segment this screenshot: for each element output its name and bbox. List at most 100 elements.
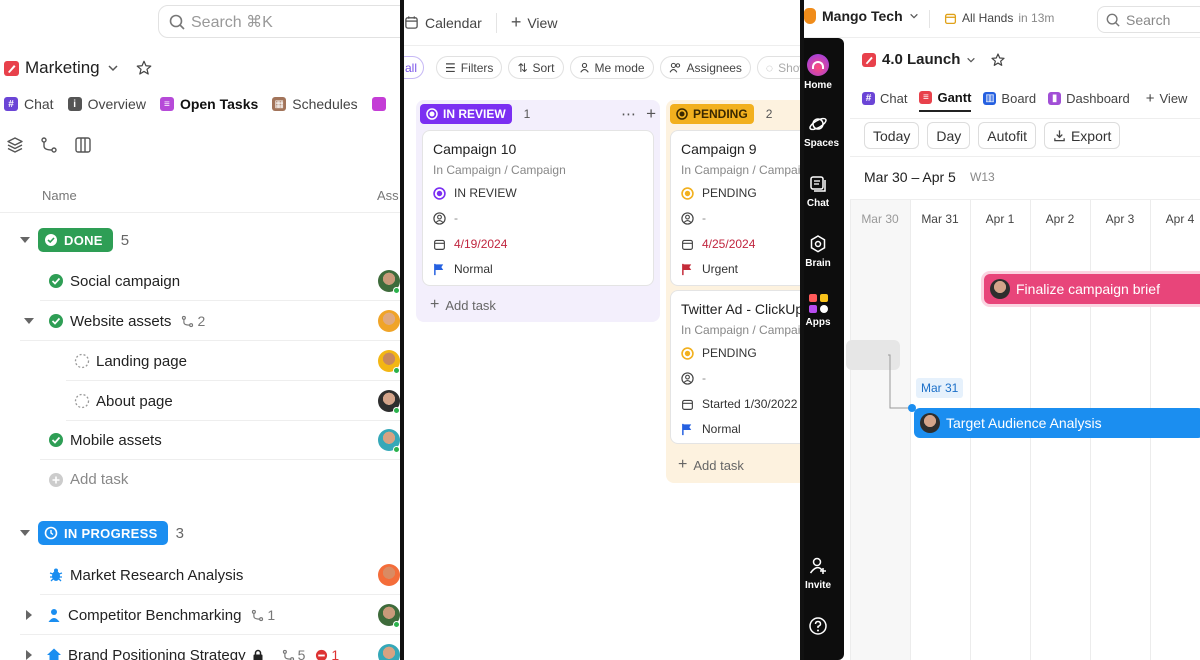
column-name[interactable]: Name bbox=[42, 188, 77, 203]
card-priority[interactable]: Normal bbox=[433, 262, 493, 276]
tab-calendar[interactable]: Calendar bbox=[404, 15, 482, 31]
meeting-reminder[interactable]: All Hands in 13m bbox=[944, 11, 1054, 25]
sidebar-item-chat[interactable]: Chat bbox=[804, 174, 832, 209]
task-row[interactable]: Landing page bbox=[66, 342, 400, 381]
help-button[interactable] bbox=[804, 616, 832, 640]
subtask-count[interactable]: 5 bbox=[282, 647, 305, 660]
workspace-switcher[interactable]: Mango Tech bbox=[804, 8, 919, 24]
columns-icon[interactable] bbox=[74, 136, 92, 154]
task-row[interactable]: Social campaign bbox=[40, 262, 400, 301]
task-row[interactable]: About page bbox=[66, 382, 400, 421]
sidebar-item-spaces[interactable]: Spaces bbox=[804, 114, 839, 149]
autofit-button[interactable]: Autofit bbox=[978, 122, 1036, 149]
todo-circle-icon[interactable] bbox=[74, 353, 90, 369]
space-title[interactable]: Marketing bbox=[4, 58, 153, 78]
task-name[interactable]: Brand Positioning Strategy bbox=[68, 647, 246, 660]
subtask-count[interactable]: 2 bbox=[181, 313, 205, 329]
chevron-down-icon[interactable] bbox=[20, 237, 30, 243]
avatar[interactable] bbox=[378, 644, 400, 660]
card-start-date[interactable]: Started 1/30/2022 bbox=[681, 397, 797, 411]
chevron-right-icon[interactable] bbox=[26, 650, 32, 660]
status-badge-in-review[interactable]: IN REVIEW bbox=[420, 104, 512, 124]
tab-overview[interactable]: i Overview bbox=[67, 96, 146, 112]
card-title[interactable]: Campaign 9 bbox=[681, 141, 757, 157]
chevron-down-icon[interactable] bbox=[24, 318, 34, 324]
chevron-down-icon[interactable] bbox=[20, 530, 30, 536]
layers-icon[interactable] bbox=[6, 136, 24, 154]
task-row[interactable]: Website assets 2 bbox=[20, 302, 400, 341]
card-due-date[interactable]: 4/19/2024 bbox=[433, 237, 507, 251]
tab-chat[interactable]: # Chat bbox=[862, 84, 907, 112]
gantt-bar-finalize-campaign-brief[interactable]: Finalize campaign brief bbox=[984, 274, 1200, 304]
plus-icon[interactable]: + bbox=[646, 104, 656, 124]
show-closed-button[interactable]: ◌ Show cl bbox=[756, 56, 800, 79]
task-card[interactable]: Campaign 9 In Campaign / Campaig PENDING… bbox=[670, 130, 800, 286]
card-priority[interactable]: Normal bbox=[681, 422, 741, 436]
filters-button[interactable]: ☰ Filters bbox=[436, 56, 503, 79]
subtask-count[interactable]: 1 bbox=[251, 607, 275, 623]
star-icon[interactable] bbox=[135, 59, 153, 77]
tab-open-tasks[interactable]: ≡ Open Tasks bbox=[159, 96, 258, 112]
bug-icon[interactable] bbox=[48, 567, 64, 583]
sort-button[interactable]: ⇅ Sort bbox=[508, 56, 564, 79]
card-status[interactable]: IN REVIEW bbox=[433, 186, 517, 200]
task-name[interactable]: Mobile assets bbox=[70, 432, 162, 449]
task-row[interactable]: Competitor Benchmarking 1 bbox=[20, 596, 400, 635]
chevron-right-icon[interactable] bbox=[26, 610, 32, 620]
sidebar-item-invite[interactable]: Invite bbox=[804, 556, 832, 591]
card-priority[interactable]: Urgent bbox=[681, 262, 738, 276]
task-name[interactable]: About page bbox=[96, 393, 173, 410]
card-assignee[interactable]: - bbox=[681, 371, 706, 385]
status-badge-pending[interactable]: PENDING bbox=[670, 104, 754, 124]
user-icon[interactable] bbox=[46, 607, 62, 623]
tab-chat[interactable]: # Chat bbox=[4, 96, 54, 112]
search-bar[interactable]: Search ⌘K bbox=[158, 5, 400, 38]
today-button[interactable]: Today bbox=[864, 122, 920, 149]
card-title[interactable]: Twitter Ad - ClickUp bbox=[681, 301, 800, 317]
home-icon[interactable] bbox=[46, 647, 62, 660]
add-view-button[interactable]: + View bbox=[1146, 84, 1188, 112]
card-due-date[interactable]: 4/25/2024 bbox=[681, 237, 755, 251]
card-assignee[interactable]: - bbox=[433, 211, 458, 225]
gantt-bar-target-audience-analysis[interactable]: Target Audience Analysis bbox=[914, 408, 1200, 438]
tab-more[interactable] bbox=[371, 96, 386, 112]
export-button[interactable]: Export bbox=[1043, 122, 1121, 149]
sidebar-item-home[interactable]: Home bbox=[804, 54, 832, 91]
more-icon[interactable]: ⋯ bbox=[621, 105, 636, 123]
check-circle-icon[interactable] bbox=[48, 313, 64, 329]
tab-board[interactable]: ▥ Board bbox=[983, 84, 1036, 112]
task-row[interactable]: Brand Positioning Strategy 5 1 bbox=[20, 636, 400, 660]
task-row[interactable]: Mobile assets bbox=[40, 421, 400, 460]
card-title[interactable]: Campaign 10 bbox=[433, 141, 516, 157]
add-view-button[interactable]: + View bbox=[511, 12, 558, 33]
task-card[interactable]: Campaign 10 In Campaign / Campaign IN RE… bbox=[422, 130, 654, 286]
check-circle-icon[interactable] bbox=[48, 432, 64, 448]
task-row[interactable]: Market Research Analysis bbox=[40, 556, 400, 595]
sidebar-item-brain[interactable]: Brain bbox=[804, 234, 832, 269]
subtask-icon[interactable] bbox=[40, 136, 58, 154]
task-name[interactable]: Market Research Analysis bbox=[70, 567, 243, 584]
card-status[interactable]: PENDING bbox=[681, 186, 757, 200]
chevron-down-icon[interactable] bbox=[107, 62, 119, 74]
task-name[interactable]: Social campaign bbox=[70, 273, 180, 290]
list-title[interactable]: 4.0 Launch bbox=[862, 51, 1006, 68]
tab-gantt[interactable]: ≡ Gantt bbox=[919, 84, 972, 112]
add-task-button[interactable]: + Add task bbox=[430, 296, 496, 314]
assignees-button[interactable]: Assignees bbox=[659, 56, 751, 79]
task-card[interactable]: Twitter Ad - ClickUp In Campaign / Campa… bbox=[670, 290, 800, 444]
day-scale-button[interactable]: Day bbox=[927, 122, 971, 149]
search-bar[interactable]: Search bbox=[1097, 6, 1200, 33]
blocked-count[interactable]: 1 bbox=[315, 647, 339, 660]
todo-circle-icon[interactable] bbox=[74, 393, 90, 409]
group-in-progress[interactable]: IN PROGRESS 3 bbox=[20, 521, 184, 545]
tab-dashboard[interactable]: ▮ Dashboard bbox=[1048, 84, 1130, 112]
me-mode-button[interactable]: Me mode bbox=[569, 56, 654, 79]
add-task-button[interactable]: + Add task bbox=[678, 456, 744, 474]
filter-chip-all[interactable]: all bbox=[404, 56, 424, 79]
check-circle-icon[interactable] bbox=[48, 273, 64, 289]
chevron-down-icon[interactable] bbox=[966, 55, 976, 65]
group-done[interactable]: DONE 5 bbox=[20, 228, 129, 252]
task-name[interactable]: Website assets bbox=[70, 313, 171, 330]
star-icon[interactable] bbox=[990, 52, 1006, 68]
avatar[interactable] bbox=[378, 310, 400, 332]
